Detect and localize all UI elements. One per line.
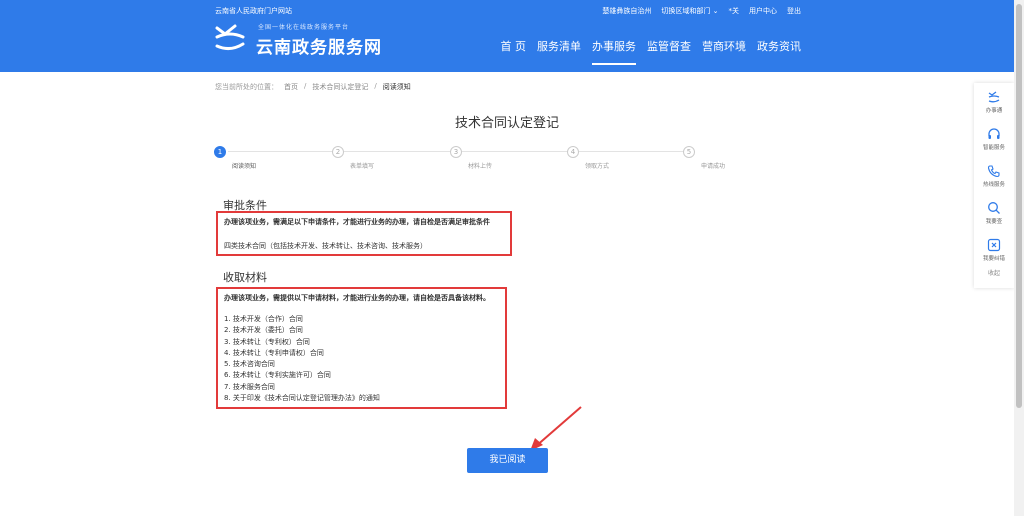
breadcrumb-current: 阅读须知 xyxy=(382,83,411,91)
logout-link[interactable]: 登出 xyxy=(787,6,801,16)
user-center-link[interactable]: 用户中心 xyxy=(749,6,777,16)
breadcrumb-separator: / xyxy=(304,82,307,90)
nav-services[interactable]: 办事服务 xyxy=(592,38,636,65)
step-label: 阅读须知 xyxy=(232,163,257,170)
step-label: 领取方式 xyxy=(585,163,610,170)
search-icon xyxy=(988,201,1000,214)
sidebar-collapse-button[interactable]: 收起 xyxy=(974,268,1014,277)
sidebar-label: 我要纠错 xyxy=(982,255,1005,262)
material-item: 3. 技术转让（专利权）合同 xyxy=(224,337,310,346)
page-title: 技术合同认定登记 xyxy=(454,116,559,131)
material-item: 7. 技术服务合同 xyxy=(224,382,275,391)
logo-subtitle: 全国一体化在线政务服务平台 xyxy=(258,24,350,31)
sidebar-item-query[interactable]: 我要查 xyxy=(974,194,1014,231)
annotation-arrow-icon xyxy=(530,406,582,451)
materials-requirement: 办理该项业务，需提供以下申请材料，才能进行业务的办理，请自检是否具备该材料。 xyxy=(224,294,490,302)
top-links: 楚雄彝族自治州 切换区域和部门 ⌄ *关 用户中心 登出 xyxy=(602,6,801,16)
breadcrumb-separator: / xyxy=(374,82,377,90)
sidebar-label: 热线服务 xyxy=(982,181,1005,188)
breadcrumb: 您当前所处的位置： 首页 / 技术合同认定登记 / 阅读须知 xyxy=(215,82,411,92)
nav-service-list[interactable]: 服务清单 xyxy=(537,38,581,65)
care-mode-toggle[interactable]: *关 xyxy=(729,6,740,16)
nav-home[interactable]: 首 页 xyxy=(501,38,527,65)
step-number: 3 xyxy=(450,146,462,158)
page-scrollbar[interactable] xyxy=(1014,0,1024,516)
sidebar-item-hotline[interactable]: 热线服务 xyxy=(974,157,1014,194)
material-item: 1. 技术开发（合作）合同 xyxy=(224,315,303,323)
materials-section-title: 收取材料 xyxy=(223,271,267,284)
material-item: 2. 技术开发（委托）合同 xyxy=(224,326,303,335)
nav-news[interactable]: 政务资讯 xyxy=(757,38,801,65)
app-logo-icon xyxy=(988,90,1000,102)
error-report-icon xyxy=(987,238,1001,251)
step-success: 5 申请成功 xyxy=(683,146,803,170)
step-delivery: 4 领取方式 xyxy=(567,146,687,170)
sidebar-label: 我要查 xyxy=(985,218,1003,225)
sidebar-item-app[interactable]: 办事通 xyxy=(974,83,1014,120)
current-region[interactable]: 楚雄彝族自治州 xyxy=(602,6,651,16)
approval-conditions-box: 办理该项业务，需满足以下申请条件，才能进行业务的办理，请自检是否满足审批条件 四… xyxy=(216,211,512,256)
headset-icon xyxy=(988,127,1000,139)
step-label: 表单填写 xyxy=(350,163,375,170)
step-label: 材料上传 xyxy=(468,163,493,170)
main-nav: 首 页 服务清单 办事服务 监管督查 营商环境 政务资讯 xyxy=(501,38,801,65)
step-upload: 3 材料上传 xyxy=(450,146,570,170)
breadcrumb-home[interactable]: 首页 xyxy=(284,82,298,92)
material-item: 4. 技术转让（专利申请权）合同 xyxy=(224,348,324,357)
materials-list: 1. 技术开发（合作）合同 2. 技术开发（委托）合同 3. 技术转让（专利权）… xyxy=(224,314,499,404)
approval-requirement: 办理该项业务，需满足以下申请条件，才能进行业务的办理，请自检是否满足审批条件 xyxy=(224,218,490,226)
scrollbar-thumb[interactable] xyxy=(1016,4,1022,408)
logo-title[interactable]: 云南政务服务网 xyxy=(256,33,382,58)
material-item: 5. 技术咨询合同 xyxy=(224,360,275,369)
sidebar-label: 办事通 xyxy=(985,107,1003,114)
step-label: 申请成功 xyxy=(701,163,726,170)
materials-box: 办理该项业务，需提供以下申请材料，才能进行业务的办理，请自检是否具备该材料。 1… xyxy=(216,287,507,409)
step-number: 2 xyxy=(332,146,344,158)
approval-content: 四类技术合同（包括技术开发、技术转让、技术咨询、技术服务） xyxy=(224,242,427,250)
step-number: 5 xyxy=(683,146,695,158)
switch-region-dropdown[interactable]: 切换区域和部门 ⌄ xyxy=(661,6,718,16)
read-confirm-button[interactable]: 我已阅读 xyxy=(467,448,548,473)
logo-icon[interactable] xyxy=(213,20,247,54)
phone-icon xyxy=(987,164,1000,177)
site-header: 云南省人民政府门户网站 楚雄彝族自治州 切换区域和部门 ⌄ *关 用户中心 登出… xyxy=(0,0,1014,72)
progress-steps: 1 阅读须知 2 表单填写 3 材料上传 4 领取方式 5 申请成功 xyxy=(214,146,804,176)
step-read: 1 阅读须知 xyxy=(214,146,334,170)
nav-supervision[interactable]: 监管督查 xyxy=(647,38,691,65)
floating-sidebar: 办事通 智能服务 热线服务 我要查 我要纠错 收起 xyxy=(974,83,1014,288)
material-item: 6. 技术转让（专利实施许可）合同 xyxy=(224,371,331,380)
sidebar-label: 智能服务 xyxy=(982,144,1005,151)
step-number: 4 xyxy=(567,146,579,158)
step-form: 2 表单填写 xyxy=(332,146,452,170)
breadcrumb-prefix: 您当前所处的位置： xyxy=(215,83,278,91)
chevron-down-icon: ⌄ xyxy=(712,7,719,15)
gov-portal-link[interactable]: 云南省人民政府门户网站 xyxy=(215,6,292,16)
nav-business-environment[interactable]: 营商环境 xyxy=(702,38,746,65)
step-number: 1 xyxy=(214,146,226,158)
sidebar-item-error-report[interactable]: 我要纠错 xyxy=(974,231,1014,268)
breadcrumb-service[interactable]: 技术合同认定登记 xyxy=(312,82,368,92)
material-item[interactable]: 8. 关于印发《技术合同认定登记管理办法》的通知 xyxy=(224,393,499,404)
sidebar-item-smart-service[interactable]: 智能服务 xyxy=(974,120,1014,157)
